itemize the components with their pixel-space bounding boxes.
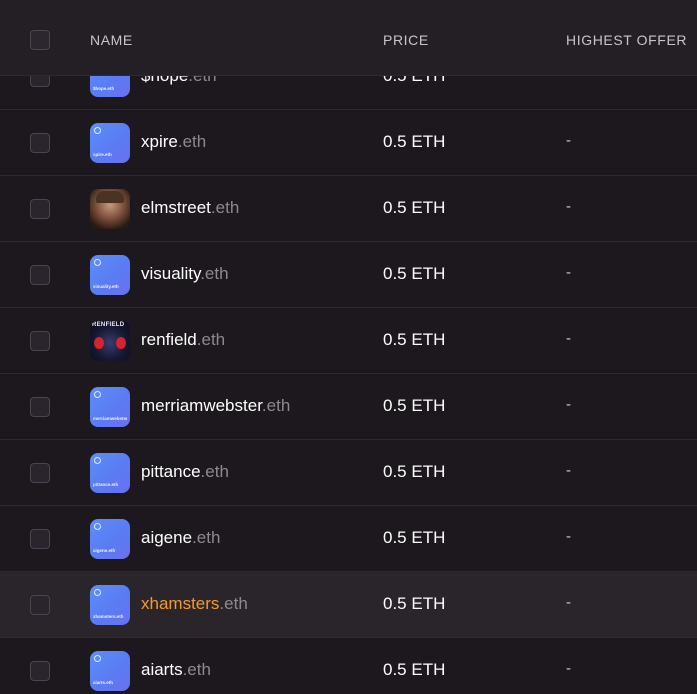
domain-tld: .eth — [261, 396, 291, 415]
price-value: 0.5 ETH — [383, 594, 446, 613]
price-value: 0.5 ETH — [383, 330, 446, 349]
ens-logo-icon — [94, 655, 101, 662]
domain-name[interactable]: aigene.eth — [141, 528, 220, 548]
domain-tld: .eth — [192, 528, 221, 547]
domain-tld: .eth — [210, 198, 240, 217]
domain-tld: .eth — [177, 132, 207, 151]
row-checkbox[interactable] — [30, 199, 50, 219]
profile-photo-avatar — [90, 189, 130, 229]
row-checkbox[interactable] — [30, 529, 50, 549]
table-row[interactable]: aiarts.eth aiarts.eth 0.5 ETH - — [0, 638, 697, 694]
highest-offer-value: - — [566, 462, 571, 479]
table-row[interactable]: xpire.eth xpire.eth 0.5 ETH - — [0, 110, 697, 176]
ens-avatar: pittance.eth — [90, 453, 130, 493]
ens-logo-icon — [94, 457, 101, 464]
highest-offer-value: - — [566, 594, 571, 611]
domain-name[interactable]: merriamwebster.eth — [141, 396, 290, 416]
ens-avatar: xhamsters.eth — [90, 585, 130, 625]
avatar-label: merriamwebster.eth — [93, 416, 127, 421]
ens-logo-icon — [94, 391, 101, 398]
avatar-label: $hope.eth — [93, 86, 115, 91]
highest-offer-value: - — [566, 330, 571, 347]
column-header-name[interactable]: NAME — [90, 32, 133, 48]
row-checkbox[interactable] — [30, 265, 50, 285]
domain-name[interactable]: xhamsters.eth — [141, 594, 248, 614]
poster-title: RENFIELD — [92, 322, 125, 328]
table-row[interactable]: RENFIELD renfield.eth 0.5 ETH - — [0, 308, 697, 374]
row-checkbox[interactable] — [30, 595, 50, 615]
domain-label: xpire — [141, 132, 178, 151]
table-row[interactable]: pittance.eth pittance.eth 0.5 ETH - — [0, 440, 697, 506]
highest-offer-value: - — [566, 264, 571, 281]
avatar-label: pittance.eth — [93, 482, 119, 487]
ens-avatar: merriamwebster.eth — [90, 387, 130, 427]
domain-tld: .eth — [182, 660, 211, 679]
column-header-price[interactable]: PRICE — [383, 32, 429, 48]
highest-offer-value: - — [566, 396, 571, 413]
row-checkbox[interactable] — [30, 133, 50, 153]
avatar-label: xhamsters.eth — [93, 614, 124, 619]
table-row[interactable]: visuality.eth visuality.eth 0.5 ETH - — [0, 242, 697, 308]
domain-label: pittance — [141, 462, 201, 481]
price-value: 0.5 ETH — [383, 132, 446, 151]
domain-tld: .eth — [200, 264, 229, 283]
column-header-highest-offer[interactable]: HIGHEST OFFER — [566, 32, 687, 48]
price-value: 0.5 ETH — [383, 528, 446, 547]
domain-label: aiarts — [141, 660, 183, 679]
domain-label: aigene — [141, 528, 193, 547]
row-checkbox[interactable] — [30, 661, 50, 681]
avatar-label: aigene.eth — [93, 548, 116, 553]
price-value: 0.5 ETH — [383, 462, 446, 481]
price-value: 0.5 ETH — [383, 660, 446, 679]
table-row[interactable]: elmstreet.eth 0.5 ETH - — [0, 176, 697, 242]
ens-logo-icon — [94, 127, 101, 134]
avatar-label: visuality.eth — [93, 284, 119, 289]
avatar-label: xpire.eth — [93, 152, 112, 157]
domain-name[interactable]: aiarts.eth — [141, 660, 211, 680]
table-header: NAME PRICE HIGHEST OFFER — [0, 0, 697, 76]
table-row[interactable]: merriamwebster.eth merriamwebster.eth 0.… — [0, 374, 697, 440]
ens-logo-icon — [94, 259, 101, 266]
domain-label: elmstreet — [141, 198, 211, 217]
highest-offer-value: - — [566, 528, 571, 545]
domain-tld: .eth — [196, 330, 226, 349]
domain-name[interactable]: renfield.eth — [141, 330, 225, 350]
highest-offer-value: - — [566, 660, 571, 677]
ens-avatar: visuality.eth — [90, 255, 130, 295]
table-row-hovered[interactable]: xhamsters.eth xhamsters.eth 0.5 ETH - — [0, 572, 697, 638]
avatar-label: aiarts.eth — [93, 680, 114, 685]
price-value: 0.5 ETH — [383, 198, 446, 217]
price-value: 0.5 ETH — [383, 396, 446, 415]
domain-name[interactable]: xpire.eth — [141, 132, 206, 152]
domain-name[interactable]: pittance.eth — [141, 462, 229, 482]
ens-avatar: aiarts.eth — [90, 651, 130, 691]
ens-logo-icon — [94, 589, 101, 596]
domain-label: renfield — [141, 330, 197, 349]
poster-avatar: RENFIELD — [90, 321, 130, 361]
ens-avatar: xpire.eth — [90, 123, 130, 163]
highest-offer-value: - — [566, 198, 571, 215]
domain-label: xhamsters — [141, 594, 220, 613]
select-all-checkbox[interactable] — [30, 30, 50, 50]
highest-offer-value: - — [566, 132, 571, 149]
ens-logo-icon — [94, 523, 101, 530]
row-checkbox[interactable] — [30, 397, 50, 417]
domain-name[interactable]: elmstreet.eth — [141, 198, 239, 218]
domain-label: merriamwebster — [141, 396, 262, 415]
listing-table-body: $hope.eth $hope.eth 0.5 ETH - xpire.eth … — [0, 44, 697, 694]
domain-tld: .eth — [200, 462, 229, 481]
price-value: 0.5 ETH — [383, 264, 446, 283]
ens-avatar: aigene.eth — [90, 519, 130, 559]
domain-label: visuality — [141, 264, 201, 283]
row-checkbox[interactable] — [30, 331, 50, 351]
domain-tld: .eth — [219, 594, 248, 613]
domain-name[interactable]: visuality.eth — [141, 264, 229, 284]
table-row[interactable]: aigene.eth aigene.eth 0.5 ETH - — [0, 506, 697, 572]
row-checkbox[interactable] — [30, 463, 50, 483]
